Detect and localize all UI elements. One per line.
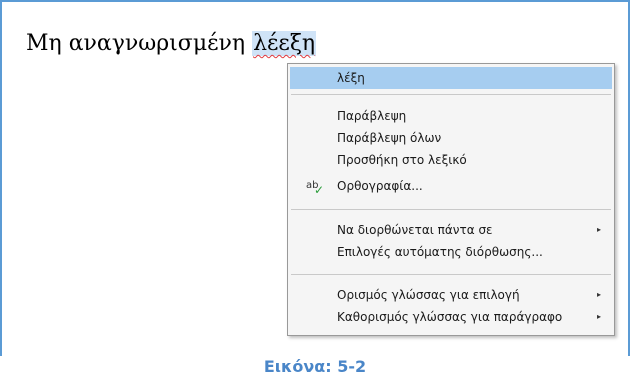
- menu-item-always-correct-to[interactable]: Να διορθώνεται πάντα σε ▸: [290, 219, 612, 241]
- submenu-arrow-icon: ▸: [596, 312, 601, 321]
- document-text-line: Μη αναγνωρισμένη λέεξη: [26, 31, 317, 56]
- menu-item-set-language-paragraph[interactable]: Καθορισμός γλώσσας για παράγραφο ▸: [290, 306, 612, 328]
- context-menu: λέξη Παράβλεψη Παράβλεψη όλων Προσθήκη σ…: [287, 63, 615, 336]
- menu-item-ignore[interactable]: Παράβλεψη: [290, 105, 612, 127]
- menu-item-suggestion-label: λέξη: [337, 71, 365, 85]
- submenu-arrow-icon: ▸: [596, 225, 601, 234]
- menu-separator: [291, 209, 611, 210]
- menu-item-ignore-all-label: Παράβλεψη όλων: [337, 131, 442, 145]
- menu-item-add-to-dictionary[interactable]: Προσθήκη στο λεξικό: [290, 149, 612, 171]
- menu-item-ignore-label: Παράβλεψη: [337, 109, 407, 123]
- menu-item-set-language-selection-label: Ορισμός γλώσσας για επιλογή: [337, 288, 520, 302]
- document-text: Μη αναγνωρισμένη: [26, 31, 253, 56]
- menu-item-set-language-paragraph-label: Καθορισμός γλώσσας για παράγραφο: [337, 310, 563, 324]
- submenu-arrow-icon: ▸: [596, 290, 601, 299]
- menu-item-autocorrect-options-label: Επιλογές αυτόματης διόρθωσης...: [337, 245, 543, 259]
- menu-item-set-language-selection[interactable]: Ορισμός γλώσσας για επιλογή ▸: [290, 284, 612, 306]
- figure-caption: Εικόνα: 5-2: [263, 357, 367, 376]
- menu-item-add-to-dictionary-label: Προσθήκη στο λεξικό: [337, 153, 467, 167]
- spellcheck-icon-check: ✓: [314, 183, 324, 194]
- menu-item-spelling-label: Ορθογραφία...: [337, 179, 423, 193]
- menu-separator: [291, 94, 611, 95]
- menu-item-autocorrect-options[interactable]: Επιλογές αυτόματης διόρθωσης...: [290, 241, 612, 263]
- menu-item-suggestion[interactable]: λέξη: [290, 67, 612, 89]
- menu-item-ignore-all[interactable]: Παράβλεψη όλων: [290, 127, 612, 149]
- spellcheck-icon: ab ✓: [306, 180, 324, 194]
- menu-separator: [291, 274, 611, 275]
- misspelled-word[interactable]: λέεξη: [252, 31, 317, 56]
- menu-item-always-correct-to-label: Να διορθώνεται πάντα σε: [337, 223, 493, 237]
- menu-item-spelling[interactable]: ab ✓ Ορθογραφία...: [290, 175, 612, 197]
